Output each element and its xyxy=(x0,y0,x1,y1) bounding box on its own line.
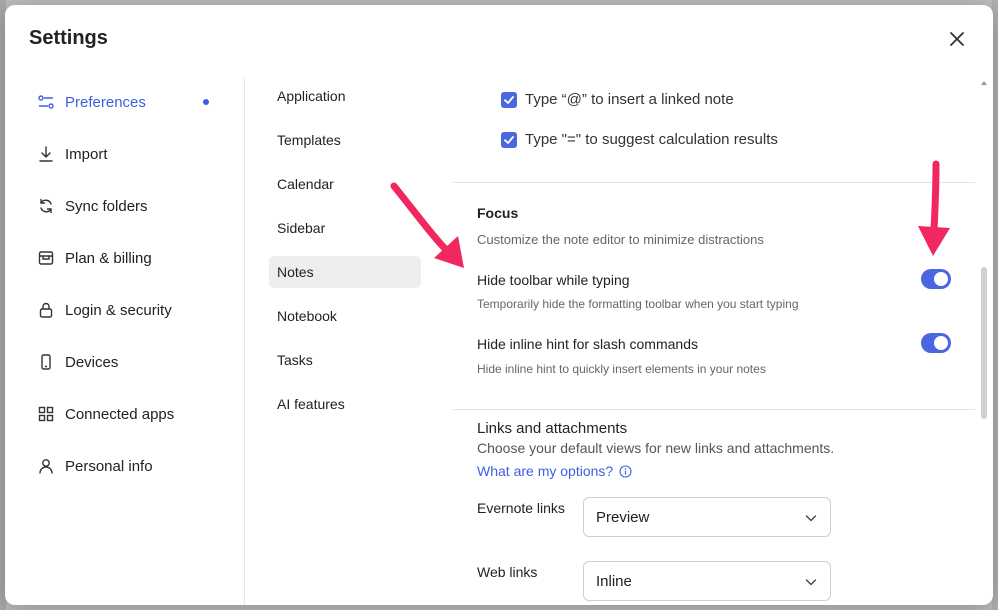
hide-inline-hint-label: Hide inline hint for slash commands xyxy=(477,336,698,352)
nav-item-login-security[interactable]: Login & security xyxy=(37,295,217,325)
nav-item-import[interactable]: Import xyxy=(37,139,217,169)
nav-item-label: Login & security xyxy=(65,301,172,319)
subnav-item-application[interactable]: Application xyxy=(269,80,421,112)
subnav-item-tasks[interactable]: Tasks xyxy=(269,344,421,376)
lock-icon xyxy=(37,301,55,319)
toggle-knob xyxy=(934,336,948,350)
chevron-down-icon xyxy=(804,575,818,589)
nav-item-preferences[interactable]: Preferences xyxy=(37,87,217,117)
info-icon xyxy=(619,464,632,478)
toggle-knob xyxy=(934,272,948,286)
hide-toolbar-description: Temporarily hide the formatting toolbar … xyxy=(477,297,799,311)
modal-title: Settings xyxy=(29,27,108,49)
linked-note-checkbox[interactable] xyxy=(501,91,517,108)
focus-section-subtitle: Customize the note editor to minimize di… xyxy=(477,232,764,247)
sliders-icon xyxy=(37,93,55,111)
scroll-up-icon xyxy=(981,81,987,85)
checkmark-icon xyxy=(504,135,514,144)
nav-item-label: Preferences xyxy=(65,93,146,111)
subnav-item-notebook[interactable]: Notebook xyxy=(269,300,421,332)
nav-item-label: Devices xyxy=(65,353,119,371)
hide-toolbar-toggle[interactable] xyxy=(921,269,951,289)
nav-item-sync-folders[interactable]: Sync folders xyxy=(37,191,217,221)
nav-item-label: Personal info xyxy=(65,457,153,475)
nav-item-plan-billing[interactable]: Plan & billing xyxy=(37,243,217,273)
web-links-select[interactable]: Inline xyxy=(583,561,831,601)
select-value: Inline xyxy=(596,572,632,590)
scroll-thumb[interactable] xyxy=(981,267,987,419)
focus-section-title: Focus xyxy=(477,205,519,221)
hide-inline-hint-description: Hide inline hint to quickly insert eleme… xyxy=(477,362,766,376)
hide-toolbar-label: Hide toolbar while typing xyxy=(477,272,630,288)
evernote-links-label: Evernote links xyxy=(477,500,565,516)
nav-item-label: Plan & billing xyxy=(65,249,152,267)
checkbox-label: Type “@” to insert a linked note xyxy=(525,91,734,108)
sync-icon xyxy=(37,197,55,215)
billing-icon xyxy=(37,249,55,267)
content-scrollbar[interactable] xyxy=(979,77,989,427)
download-icon xyxy=(37,145,55,163)
close-button[interactable] xyxy=(947,29,967,49)
checkmark-icon xyxy=(504,95,514,104)
links-section-title: Links and attachments xyxy=(477,420,628,437)
nav-item-connected-apps[interactable]: Connected apps xyxy=(37,399,217,429)
subnav-item-sidebar[interactable]: Sidebar xyxy=(269,212,421,244)
calculation-checkbox[interactable] xyxy=(501,131,517,148)
nav-item-label: Sync folders xyxy=(65,197,148,215)
close-icon xyxy=(950,32,964,46)
help-link-label: What are my options? xyxy=(477,463,614,479)
subnav-item-templates[interactable]: Templates xyxy=(269,124,421,156)
chevron-down-icon xyxy=(804,511,818,525)
settings-modal: Settings Preferences Import Sync folders xyxy=(5,5,993,605)
options-help-link[interactable]: What are my options? xyxy=(477,463,632,479)
checkbox-label: Type "=" to suggest calculation results xyxy=(525,131,778,148)
subnav-item-ai-features[interactable]: AI features xyxy=(269,388,421,420)
select-value: Preview xyxy=(596,508,650,526)
web-links-label: Web links xyxy=(477,564,538,580)
checkbox-row-linked-note: Type “@” to insert a linked note xyxy=(501,91,734,108)
hide-inline-hint-toggle[interactable] xyxy=(921,333,951,353)
evernote-links-select[interactable]: Preview xyxy=(583,497,831,537)
nav-item-devices[interactable]: Devices xyxy=(37,347,217,377)
phone-icon xyxy=(37,353,55,371)
nav-item-label: Connected apps xyxy=(65,405,175,423)
section-divider xyxy=(453,182,975,183)
subnav-item-calendar[interactable]: Calendar xyxy=(269,168,421,200)
nav-item-label: Import xyxy=(65,145,108,163)
links-section-subtitle: Choose your default views for new links … xyxy=(477,440,835,456)
checkbox-row-calculation: Type "=" to suggest calculation results xyxy=(501,131,778,148)
section-divider xyxy=(453,409,975,410)
subnav-item-notes[interactable]: Notes xyxy=(269,256,421,288)
nav-item-personal-info[interactable]: Personal info xyxy=(37,451,217,481)
unread-dot xyxy=(203,99,209,105)
settings-nav: Preferences Import Sync folders Plan & b… xyxy=(5,77,245,605)
notes-settings-panel: Type “@” to insert a linked note Type "=… xyxy=(453,77,977,605)
person-icon xyxy=(37,457,55,475)
grid-icon xyxy=(37,405,55,423)
preferences-subnav: Application Templates Calendar Sidebar N… xyxy=(245,77,445,605)
